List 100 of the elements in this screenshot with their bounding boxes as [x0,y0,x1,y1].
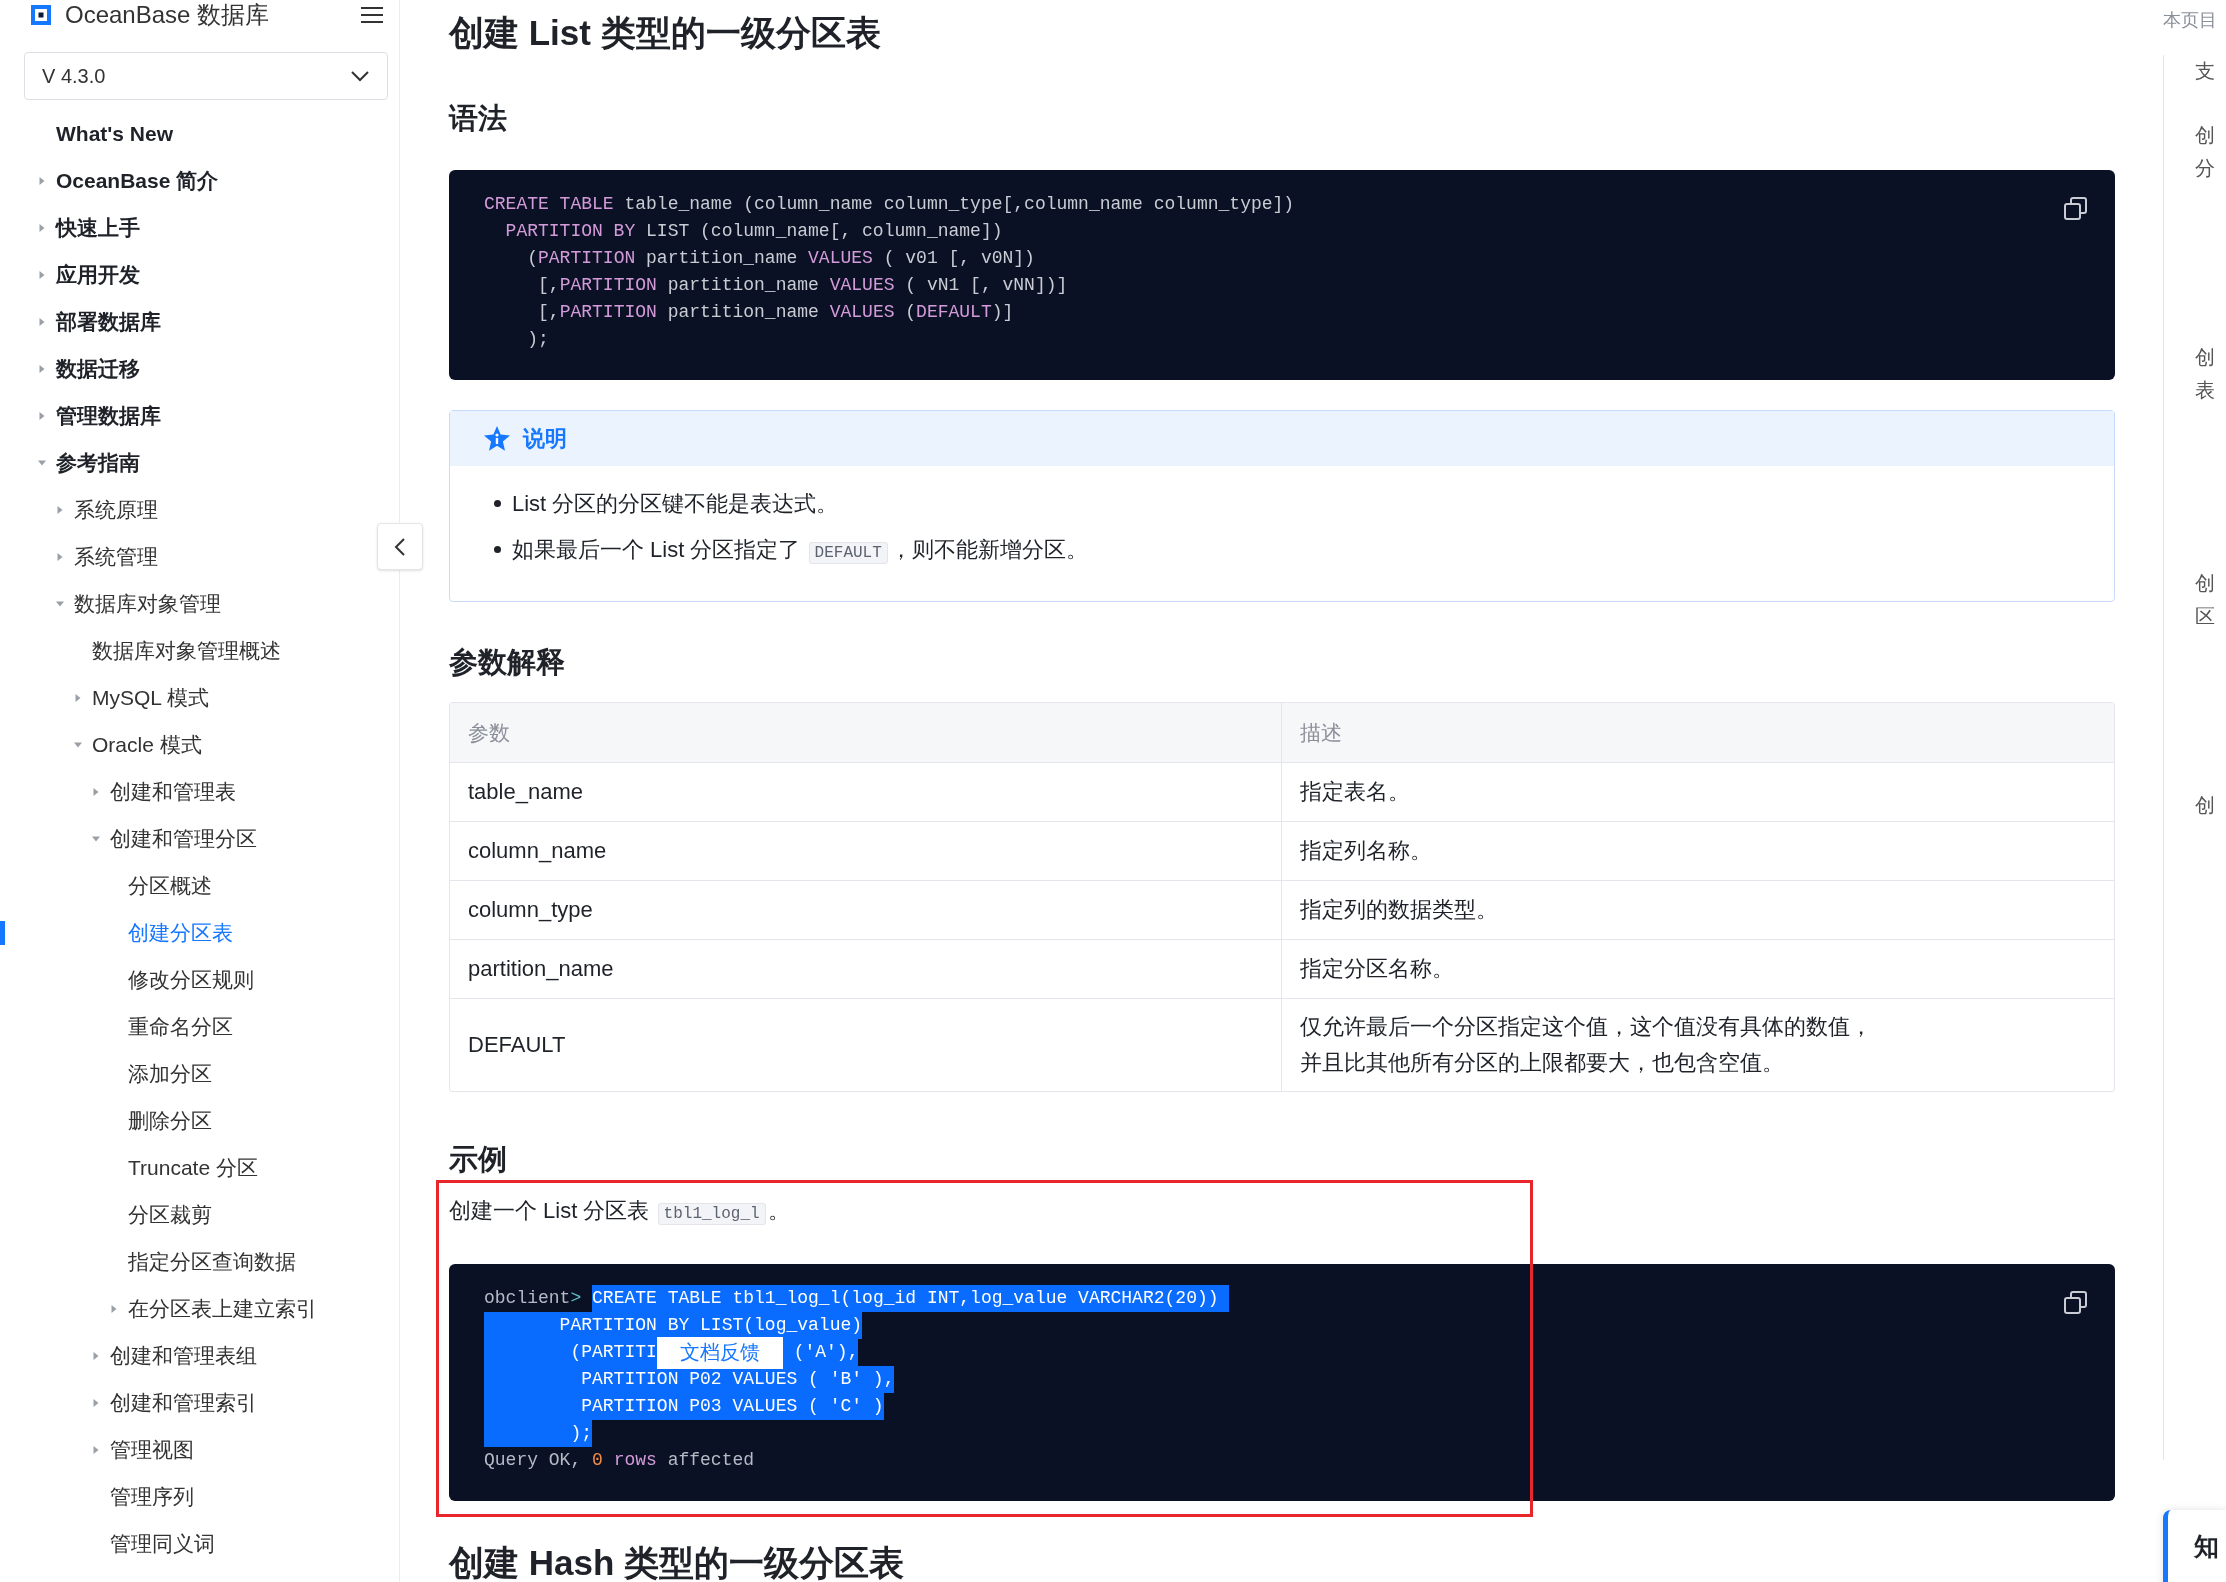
nav-item[interactable]: 管理视图 [110,1435,194,1464]
note-text: List 分区的分区键不能是表达式。 [512,489,839,518]
nav-item[interactable]: Oracle 模式 [92,730,202,759]
table-cell: column_type [450,881,1282,939]
caret-right-icon[interactable] [56,505,64,514]
nav-item[interactable]: 系统原理 [74,495,158,524]
nav-item[interactable]: 数据库对象管理 [74,589,221,618]
caret-down-icon[interactable] [74,740,82,749]
table-cell-text: 指定分区名称。 [1299,955,1455,983]
caret-down-icon[interactable] [92,834,100,843]
caret-right-icon[interactable] [38,270,46,279]
bullet-icon [494,545,501,553]
section-heading: 创建 Hash 类型的一级分区表 [449,1543,906,1582]
code-line: [,PARTITION partition_name VALUES ( vN1 [, vNN])] [537,274,1068,297]
code-line: ); [526,328,549,351]
nav-item[interactable]: Truncate 分区 [128,1153,258,1182]
menu-icon[interactable] [361,6,383,24]
nav-item[interactable]: 创建和管理索引 [110,1388,257,1417]
toc-item[interactable]: 支 [2195,55,2226,88]
caret-right-icon[interactable] [92,1351,100,1360]
toc-item[interactable]: 创 分 [2195,119,2226,185]
nav-item[interactable]: 分区裁剪 [128,1200,212,1229]
toc-title: 本页目 [2163,9,2218,32]
toc-item[interactable]: 创 [2195,789,2226,822]
caret-right-icon[interactable] [56,552,64,561]
section-heading: 语法 [449,101,508,136]
table-cell: table_name [450,763,1282,821]
caret-right-icon[interactable] [92,1445,100,1454]
bullet-icon [494,499,501,507]
code-line: (PARTITION partition_name VALUES ( v01 [, v0N]) [526,247,1035,270]
code-text: ('A'), [782,1339,859,1366]
nav-item[interactable]: 分区概述 [128,871,212,900]
column-header: 参数 [450,703,1282,762]
section-heading: 参数解释 [449,645,566,680]
nav-item[interactable]: 快速上手 [56,213,140,242]
nav-item[interactable]: 修改分区规则 [128,965,254,994]
code-text: (PARTITI [484,1339,657,1366]
nav-item[interactable]: 添加分区 [128,1059,212,1088]
caret-right-icon[interactable] [92,787,100,796]
caret-right-icon[interactable] [110,1304,118,1313]
nav-item[interactable]: 创建分区表 [128,918,233,947]
nav-item[interactable]: 管理同义词 [110,1529,215,1558]
caret-right-icon[interactable] [92,1398,100,1407]
column-header: 描述 [1299,719,1343,746]
nav-item[interactable]: 删除分区 [128,1106,212,1135]
code-line: [,PARTITION partition_name VALUES (DEFAULT)] [537,301,1014,324]
nav-item[interactable]: OceanBase 简介 [56,166,219,195]
nav-item[interactable]: 指定分区查询数据 [128,1247,296,1276]
nav-item[interactable]: What's New [56,119,173,148]
table-cell: partition_name [450,940,1282,998]
version-select[interactable]: V 4.3.0 [24,52,388,100]
nav-item[interactable]: 系统管理 [74,542,158,571]
nav-item[interactable]: 参考指南 [56,448,140,477]
info-star-icon [483,424,511,453]
toc-item[interactable]: 创 区 [2195,567,2226,633]
nav-item[interactable]: 管理数据库 [56,401,161,430]
example-text: 创建一个 List 分区表 tbl1_log_l 。 [449,1197,791,1227]
caret-right-icon[interactable] [38,317,46,326]
caret-right-icon[interactable] [74,693,82,702]
nav-item[interactable]: 管理序列 [110,1482,194,1511]
feedback-popup[interactable]: 文档反馈 [656,1336,783,1369]
nav-item[interactable]: 数据迁移 [56,354,140,383]
logo-icon [29,3,53,27]
caret-down-icon[interactable] [38,458,46,467]
caret-right-icon[interactable] [38,364,46,373]
nav-item[interactable]: 应用开发 [56,260,140,289]
nav-item[interactable]: 数据库对象管理概述 [92,636,281,665]
collapse-button[interactable] [377,523,423,570]
code-line: obclient> CREATE TABLE tbl1_log_l(log_id INT,log_value VARCHAR2(20)) [484,1285,1230,1312]
table-cell: DEFAULT [450,999,1282,1091]
nav-item[interactable]: 创建和管理分区 [110,824,257,853]
nav-item[interactable]: 在分区表上建立索引 [128,1294,317,1323]
table-cell-text: 仅允许最后一个分区指定这个值，这个值没有具体的数值， 并且比其他所有分区的上限都要大，也包含空值。 [1299,1013,1873,1077]
nav-item[interactable]: 创建和管理表组 [110,1341,257,1370]
table-cell-text: 指定表名。 [1299,778,1411,806]
code-line: CREATE TABLE table_name (column_name column_type[,column_name column_type]) [484,193,1295,216]
copy-icon[interactable] [2063,196,2089,222]
code-line: PARTITION BY LIST (column_name[, column_name]) [504,220,1003,243]
side-card[interactable]: 知 [2163,1510,2226,1582]
nav-item[interactable]: 重命名分区 [128,1012,233,1041]
caret-right-icon[interactable] [38,411,46,420]
note-title: 说明 [523,425,567,453]
nav-item[interactable]: 部署数据库 [56,307,161,336]
toc-item[interactable]: 创 表 [2195,341,2226,407]
table-cell-text: 指定列名称。 [1299,837,1433,865]
code-line: Query OK, 0 rows affected [484,1449,755,1472]
nav-item[interactable]: MySQL 模式 [92,683,210,712]
caret-right-icon[interactable] [38,223,46,232]
nav-item[interactable]: 创建和管理表 [110,777,236,806]
chevron-left-icon [394,536,406,557]
section-heading: 示例 [449,1142,508,1177]
table-cell: column_name [450,822,1282,880]
page-title: 创建 List 类型的一级分区表 [449,12,882,54]
brand-name: OceanBase 数据库 [65,2,270,28]
note-text: 如果最后一个 List 分区指定了 DEFAULT ，则不能新增分区。 [512,535,1088,566]
table-cell-text: 指定列的数据类型。 [1299,896,1499,924]
copy-icon[interactable] [2063,1290,2089,1316]
caret-down-icon[interactable] [56,599,64,608]
caret-right-icon[interactable] [38,176,46,185]
chevron-down-icon [350,70,370,82]
